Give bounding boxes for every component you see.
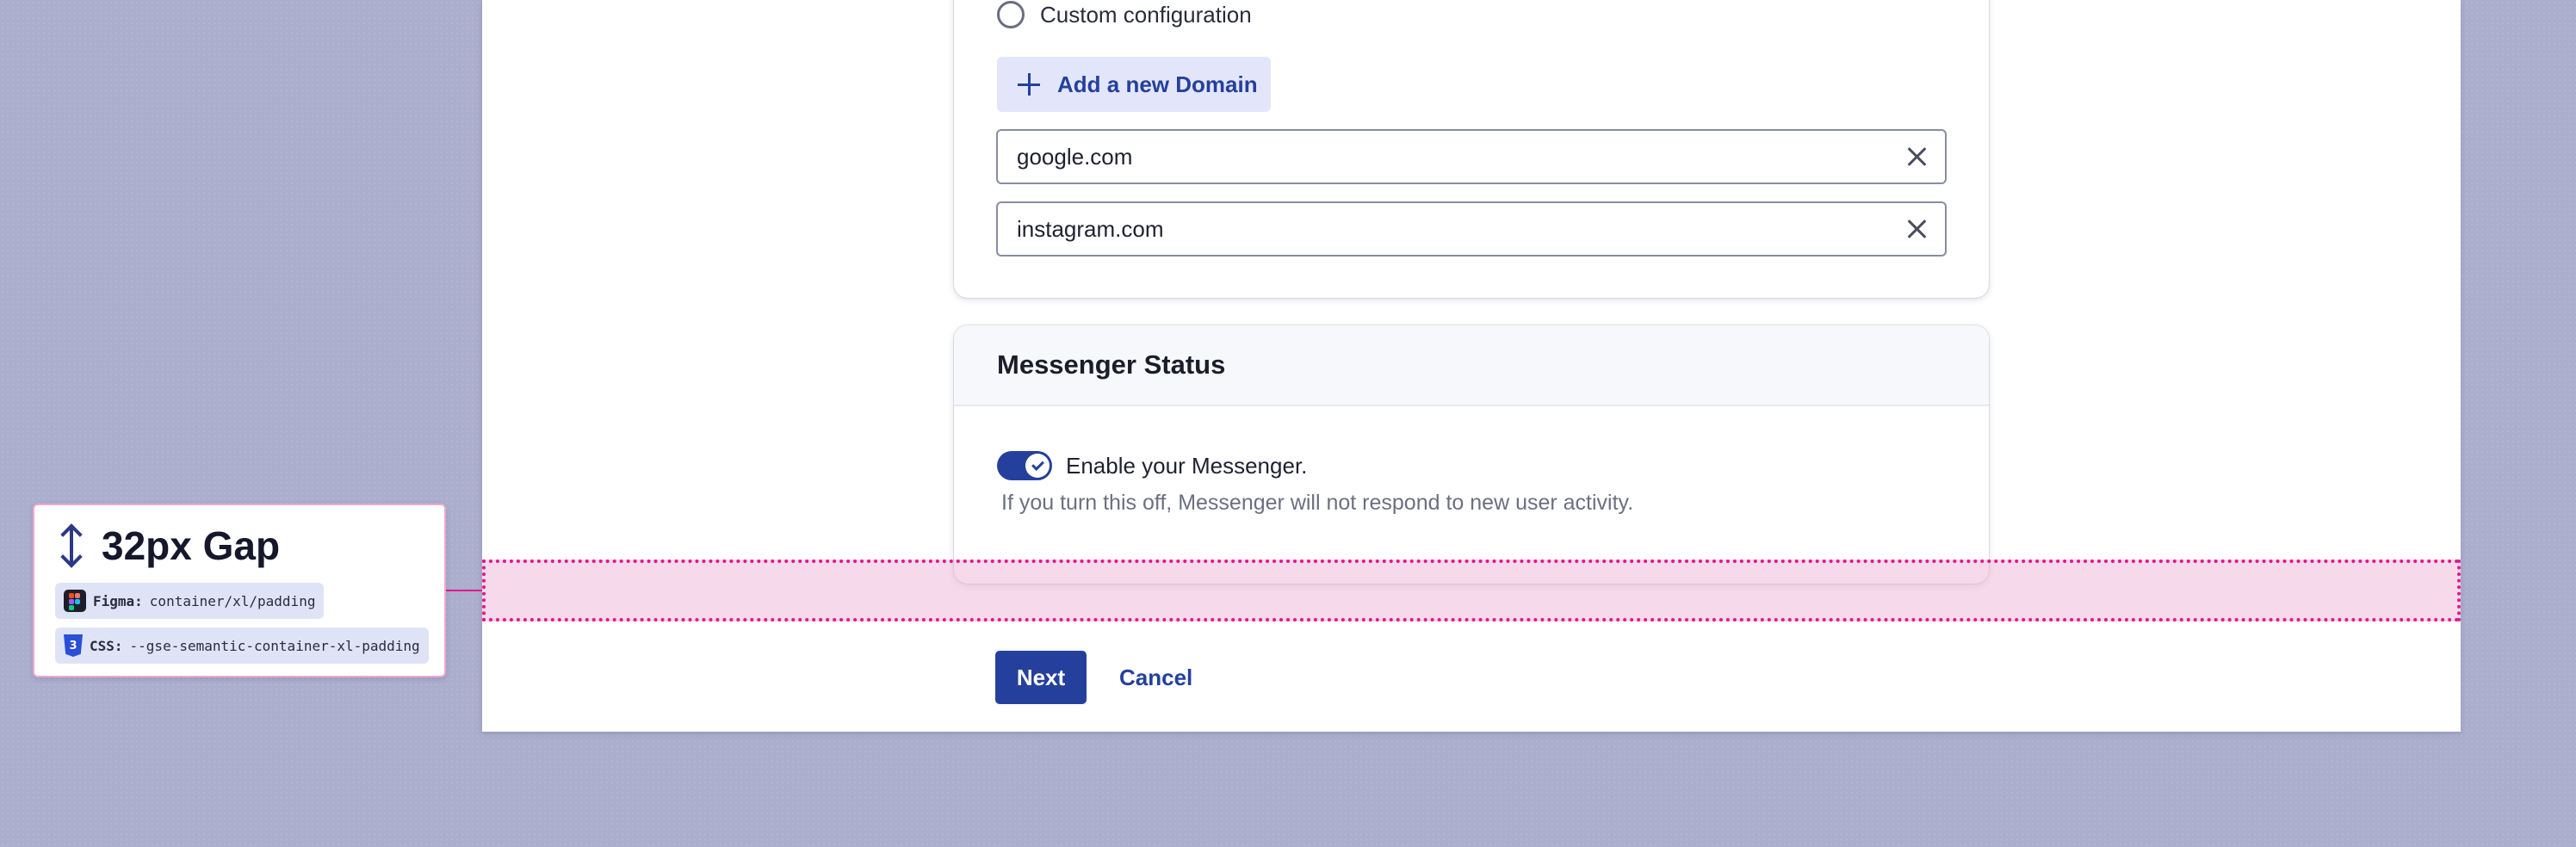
domain-value: google.com (1017, 143, 1133, 170)
gap-highlight (482, 560, 2461, 621)
annotation-heading: 32px Gap (102, 523, 281, 568)
close-icon[interactable] (1890, 131, 1945, 182)
custom-configuration-option[interactable]: Custom configuration (997, 0, 1252, 29)
vertical-arrows-icon (60, 523, 83, 568)
cancel-button[interactable]: Cancel (1119, 651, 1192, 704)
messenger-toggle-row: Enable your Messenger. (997, 451, 1307, 480)
figma-token: Figma: container/xl/padding (55, 583, 325, 619)
css-value: --gse-semantic-container-xl-padding (129, 637, 420, 654)
css-token: 3 CSS: --gse-semantic-container-xl-paddi… (55, 628, 429, 664)
domain-field[interactable]: google.com (996, 129, 1947, 184)
toggle-label: Enable your Messenger. (1066, 452, 1308, 479)
radio-label: Custom configuration (1040, 1, 1252, 28)
figma-key: Figma: (93, 592, 143, 609)
card-title: Messenger Status (954, 325, 1989, 406)
figma-icon (64, 590, 86, 612)
gap-annotation-callout: 32px Gap Figma: container/xl/padding 3 C… (33, 504, 446, 677)
toggle-knob (1025, 454, 1050, 478)
css-icon: 3 (64, 634, 83, 657)
domain-field[interactable]: instagram.com (996, 201, 1947, 257)
domain-value: instagram.com (1017, 215, 1164, 242)
css-key: CSS: (90, 637, 123, 654)
annotation-title: 32px Gap (60, 522, 280, 569)
add-domain-label: Add a new Domain (1057, 71, 1258, 97)
plus-icon (1018, 73, 1040, 96)
radio-button[interactable] (997, 1, 1025, 28)
check-icon (1031, 458, 1044, 472)
add-domain-button[interactable]: Add a new Domain (997, 57, 1271, 112)
close-icon[interactable] (1890, 203, 1945, 255)
figma-value: container/xl/padding (149, 592, 316, 609)
messenger-toggle[interactable] (997, 451, 1052, 480)
next-button[interactable]: Next (995, 651, 1087, 704)
annotation-connector (446, 590, 482, 591)
helper-text: If you turn this off, Messenger will not… (1001, 491, 1634, 515)
messenger-status-card: Messenger Status Enable your Messenger. … (954, 325, 1989, 584)
